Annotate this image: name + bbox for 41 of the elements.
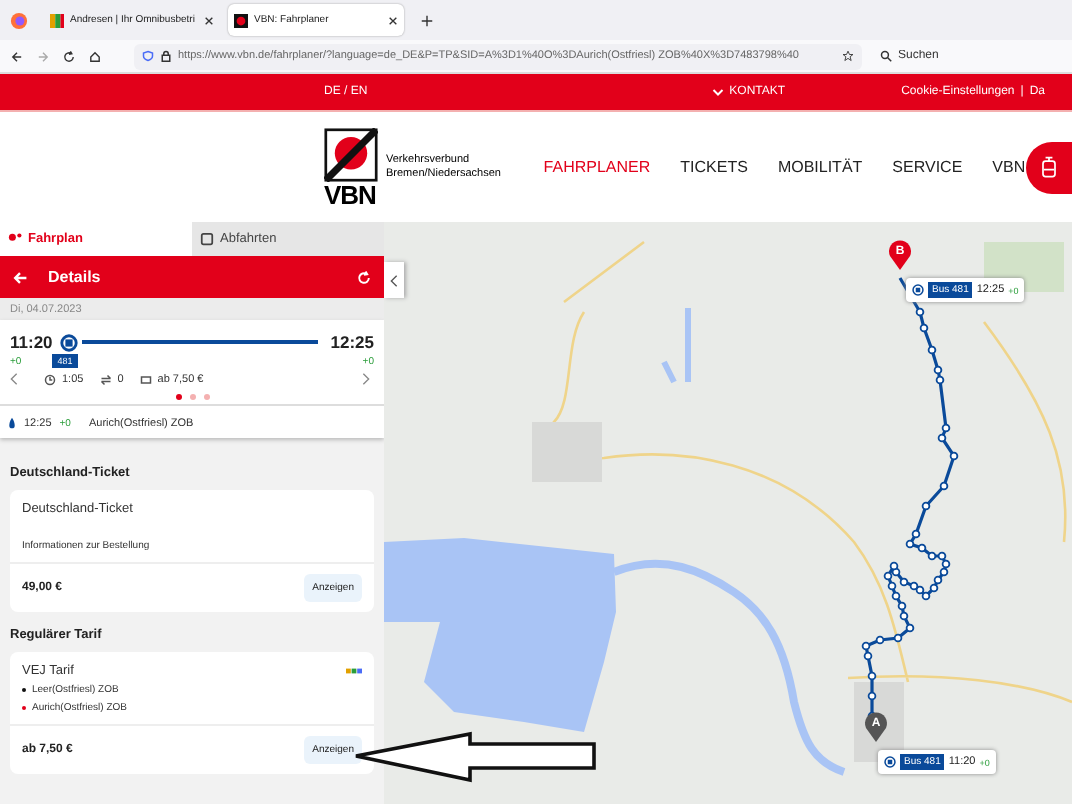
- arrival-time: 12:25: [330, 332, 374, 352]
- ticket-icon: [139, 373, 152, 385]
- favicon-icon: [50, 13, 64, 27]
- chevron-left-icon[interactable]: [10, 372, 18, 386]
- panel-title: Details: [48, 268, 103, 286]
- chevron-left-icon: [390, 273, 398, 287]
- tram-icon: [1039, 155, 1058, 179]
- pager-dot[interactable]: [189, 394, 195, 400]
- nav-link[interactable]: SERVICE: [892, 158, 963, 176]
- browser-logo-icon[interactable]: [10, 11, 28, 29]
- pager-dot[interactable]: [175, 394, 181, 400]
- chevron-right-icon[interactable]: [362, 372, 370, 386]
- star-icon[interactable]: [842, 50, 854, 62]
- pin-icon: [8, 416, 16, 430]
- departure-time: 11:20: [10, 332, 53, 352]
- lock-icon: [160, 50, 172, 62]
- nav-link[interactable]: TICKETS: [680, 158, 748, 176]
- logo-text: VBN: [324, 181, 376, 207]
- shield-icon: [142, 50, 154, 62]
- tram-button[interactable]: [1025, 141, 1072, 193]
- transfer-icon: [99, 373, 112, 385]
- nav-link[interactable]: VBN: [992, 158, 1026, 176]
- chevron-down-icon: [711, 87, 724, 97]
- tariff-logo-icon: [346, 668, 362, 674]
- nav-link[interactable]: FAHRPLANER: [543, 158, 651, 176]
- nav-link[interactable]: MOBILITÄT: [777, 158, 863, 176]
- back-arrow-icon[interactable]: [12, 269, 28, 285]
- reload-icon[interactable]: [62, 49, 76, 63]
- bus-stop-icon: [60, 333, 79, 351]
- pager-dot[interactable]: [203, 394, 209, 400]
- logo-icon[interactable]: [324, 127, 378, 181]
- close-icon[interactable]: [388, 15, 398, 25]
- home-icon[interactable]: [88, 49, 102, 63]
- search-icon: [880, 50, 892, 62]
- new-tab-icon[interactable]: [420, 13, 434, 27]
- favicon-icon: [234, 13, 248, 27]
- back-icon[interactable]: [10, 49, 24, 63]
- close-icon[interactable]: [204, 15, 214, 25]
- clock-icon: [44, 373, 56, 385]
- refresh-icon[interactable]: [356, 269, 372, 285]
- collapse-button[interactable]: [384, 262, 404, 298]
